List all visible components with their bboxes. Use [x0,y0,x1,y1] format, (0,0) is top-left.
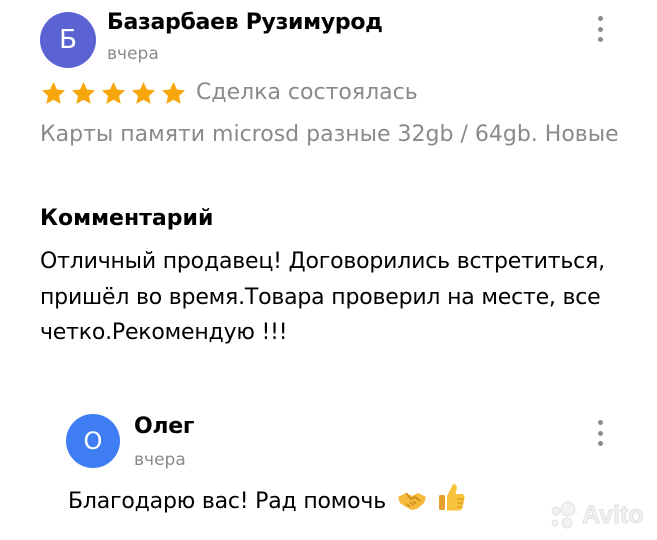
star-icon [161,82,186,104]
comment-text: Отличный продавец! Договорились встретит… [40,249,605,345]
reply-date: вчера [134,450,186,470]
star-icon [101,82,126,104]
watermark-text: Avito [582,500,645,529]
review-date: вчера [107,44,159,64]
more-vertical-icon[interactable] [590,418,610,448]
thumbs-up-emoji [438,484,465,511]
handshake-emoji [397,492,426,510]
star-icon [71,82,96,104]
comment-heading: Комментарий [40,206,214,231]
reply-text-line: Благодарю вас! Рад помочь [68,482,466,514]
reply-text: Благодарю вас! Рад помочь [68,489,386,514]
author-name[interactable]: Базарбаев Рузимурод [107,10,383,35]
avito-watermark: Avito [548,500,644,530]
reply-avatar[interactable]: О [66,414,120,468]
product-title[interactable]: Карты памяти microsd разные 32gb / 64gb.… [40,118,620,152]
avatar-letter: Б [59,25,77,55]
avito-logo-icon [551,501,576,529]
reply-author-name[interactable]: Олег [134,414,194,439]
deal-status: Сделка состоялась [196,80,418,105]
star-icon [131,82,156,104]
more-vertical-icon[interactable] [590,14,610,44]
star-icon [41,82,66,104]
avatar-letter: О [83,427,103,455]
author-avatar[interactable]: Б [40,12,96,68]
rating-stars [40,80,187,107]
